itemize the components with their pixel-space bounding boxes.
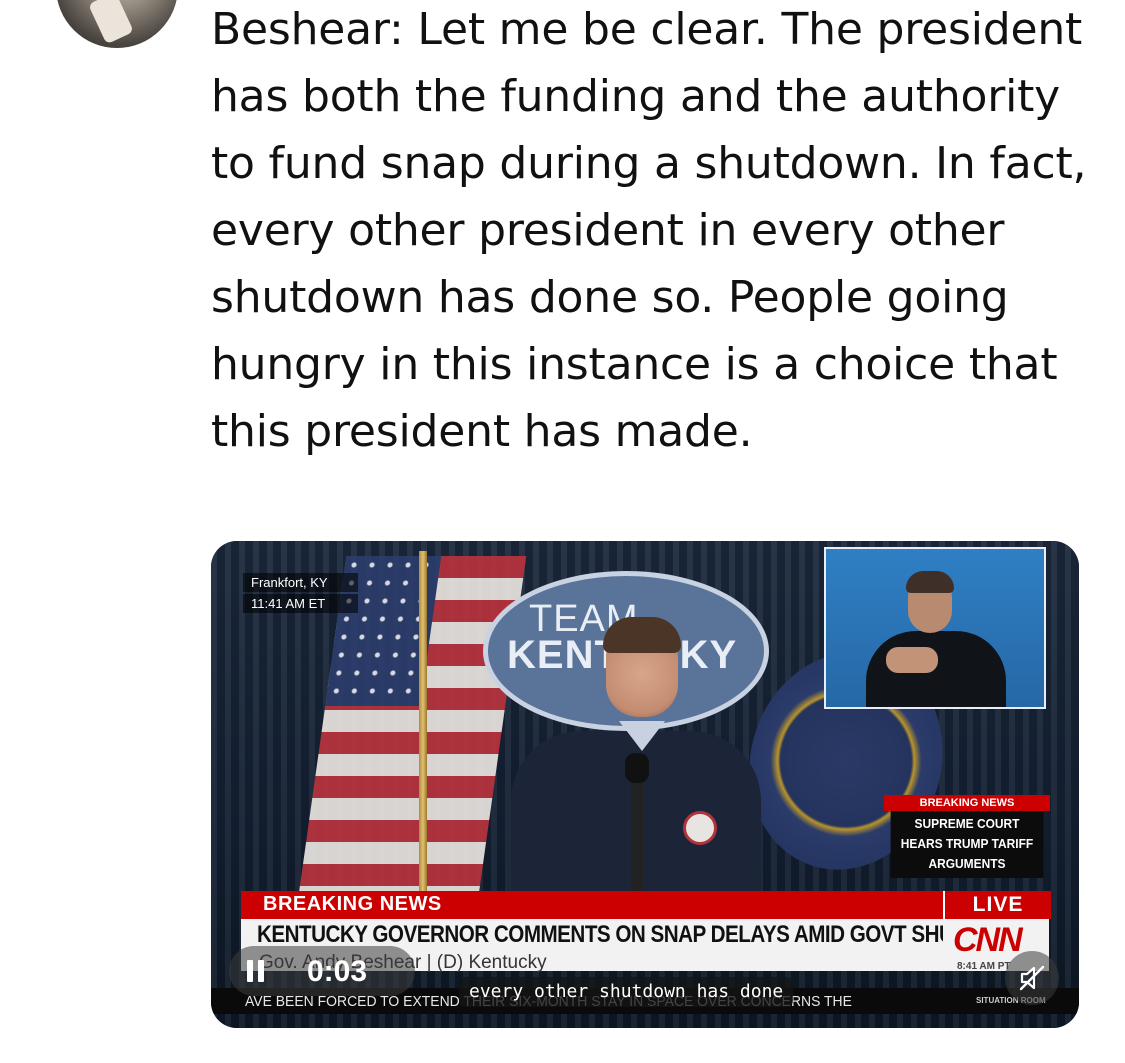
live-badge: LIVE (943, 891, 1051, 919)
jacket-patch (683, 811, 717, 845)
closed-caption: every other shutdown has done (459, 977, 794, 1007)
location-text: Frankfort, KY (243, 573, 358, 592)
mute-button[interactable] (1005, 951, 1059, 1005)
news-headline: KENTUCKY GOVERNOR COMMENTS ON SNAP DELAY… (257, 921, 1029, 948)
pause-icon[interactable] (247, 960, 265, 982)
cnn-logo: CNN (953, 921, 1023, 959)
user-avatar[interactable] (56, 0, 178, 48)
side-banner-tag: BREAKING NEWS (884, 795, 1050, 811)
local-time-text: 11:41 AM ET (243, 594, 358, 613)
flag-pole (419, 551, 427, 931)
playback-controls[interactable]: 0:03 (229, 946, 415, 996)
playback-time: 0:03 (307, 955, 368, 988)
broadcast-time: 8:41 AM PT (957, 961, 1011, 972)
post-text: Beshear: Let me be clear. The president … (211, 4, 1087, 457)
breaking-news-label: BREAKING NEWS (263, 893, 442, 915)
location-timestamp: Frankfort, KY 11:41 AM ET (243, 573, 358, 615)
side-banner-text: SUPREME COURT HEARS TRUMP TARIFF ARGUMEN… (890, 811, 1044, 878)
side-breaking-news-banner: BREAKING NEWS SUPREME COURT HEARS TRUMP … (884, 795, 1050, 878)
avatar-image-detail (88, 0, 134, 45)
speaker-muted-icon (1019, 965, 1045, 991)
video-player[interactable]: TEAM KENTUCKY Frankfort, KY 11:41 AM ET … (211, 541, 1079, 1028)
sign-language-interpreter-inset (824, 547, 1046, 709)
